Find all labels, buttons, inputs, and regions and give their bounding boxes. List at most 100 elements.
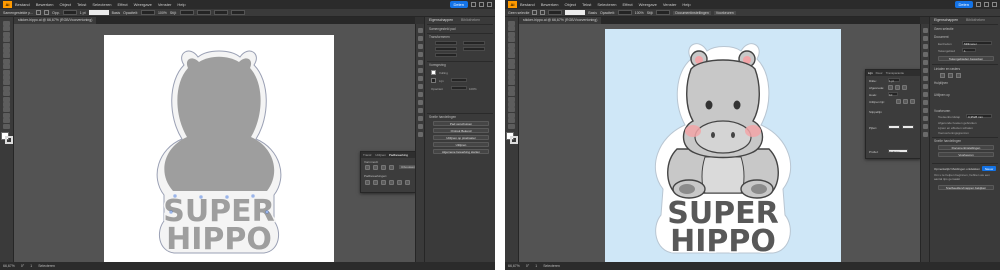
hippo-belly[interactable] <box>701 156 745 194</box>
intersect-icon[interactable] <box>381 165 386 170</box>
maximize-icon[interactable] <box>479 2 484 7</box>
stroke-swatch[interactable] <box>540 10 546 15</box>
artboard-number[interactable]: 1 <box>30 264 32 268</box>
fill-color-icon[interactable] <box>431 70 436 75</box>
stroke-width-input[interactable] <box>451 78 467 82</box>
minus-back-icon[interactable] <box>405 180 410 185</box>
tab-properties[interactable]: Eigenschappen <box>934 18 958 22</box>
type-tool-icon[interactable] <box>508 53 515 59</box>
hippo-sticker-artwork[interactable]: SUPER HIPPO <box>605 29 841 264</box>
rectangle-tool-icon[interactable] <box>508 64 515 70</box>
graphic-styles-panel-icon[interactable] <box>923 116 928 121</box>
pathfinder-panel-icon[interactable] <box>923 124 928 129</box>
h-input[interactable] <box>463 47 485 51</box>
tab-pathfinder[interactable]: Padbewerking <box>389 153 408 157</box>
width-tool-icon[interactable] <box>3 102 10 107</box>
arrowhead-start-select[interactable] <box>888 125 900 129</box>
hippo-snout[interactable] <box>694 120 752 154</box>
document-setup-button[interactable]: Documentinstellingen <box>673 10 711 15</box>
rectangle-tool-icon[interactable] <box>3 64 10 70</box>
gradient-tool-icon[interactable] <box>508 118 515 124</box>
eyedropper-tool-icon[interactable] <box>3 123 10 129</box>
menu-view[interactable]: Weergave <box>134 2 152 7</box>
share-button[interactable]: Delen <box>449 1 468 8</box>
w-input[interactable] <box>463 41 485 45</box>
shape-builder-tool-icon[interactable] <box>3 112 10 118</box>
curvature-tool-icon[interactable] <box>3 48 10 53</box>
artboard[interactable]: SUPER HIPPO <box>605 29 841 264</box>
width-tool-icon[interactable] <box>508 102 515 107</box>
transparency-panel-icon[interactable] <box>923 100 928 105</box>
align-panel-icon[interactable] <box>923 132 928 137</box>
hippo-text[interactable]: HIPPO <box>165 221 274 259</box>
type-tool-icon[interactable] <box>3 53 10 59</box>
menu-select[interactable]: Selecteren <box>597 2 616 7</box>
stroke-panel-icon[interactable] <box>418 84 423 89</box>
appearance-panel-icon[interactable] <box>418 108 423 113</box>
line-tool-icon[interactable] <box>508 58 515 64</box>
stroke-color-icon[interactable] <box>431 78 436 83</box>
round-cap-icon[interactable] <box>895 85 900 90</box>
grid-icon[interactable] <box>948 73 953 78</box>
tab-libraries[interactable]: Bibliotheken <box>966 18 985 22</box>
minimize-icon[interactable] <box>471 2 476 7</box>
rotation-value[interactable]: 0° <box>21 264 24 268</box>
brush-dropdown[interactable] <box>565 10 586 15</box>
fill-stroke-widget[interactable] <box>1 132 13 144</box>
unite-icon[interactable] <box>365 165 370 170</box>
dashed-line-checkbox[interactable]: Stippellijn <box>869 110 882 114</box>
fill-swatch[interactable] <box>532 10 538 15</box>
line-tool-icon[interactable] <box>3 58 10 64</box>
libraries-panel-icon[interactable] <box>418 44 423 49</box>
style-dropdown[interactable] <box>656 10 671 15</box>
document-tab[interactable]: sticker-hippo.ai @ 66,67% (RGB/Voorverto… <box>14 17 97 24</box>
stroke-indicator-icon[interactable] <box>510 136 518 144</box>
menu-help[interactable]: Help <box>177 2 185 7</box>
tab-properties[interactable]: Eigenschappen <box>429 18 453 22</box>
align-center-icon[interactable] <box>896 99 901 104</box>
menu-effect[interactable]: Effect <box>623 2 633 7</box>
gradient-panel-icon[interactable] <box>923 92 928 97</box>
tab-transform[interactable]: Transf. <box>363 153 372 157</box>
arrowhead-end-select[interactable] <box>902 125 914 129</box>
document-tab[interactable]: sticker-hippo.ai @ 66,67% (RGB/Voorverto… <box>519 17 602 24</box>
curvature-tool-icon[interactable] <box>508 48 515 53</box>
opacity-field[interactable] <box>140 10 155 15</box>
zoom-level[interactable]: 66,67% <box>3 264 15 268</box>
eraser-tool-icon[interactable] <box>508 85 515 91</box>
scale-tool-icon[interactable] <box>508 96 515 102</box>
align-inside-icon[interactable] <box>903 99 908 104</box>
rulers-icon[interactable] <box>940 73 945 78</box>
fill-swatch[interactable] <box>36 10 42 15</box>
direct-selection-tool-icon[interactable] <box>508 26 515 32</box>
fill-stroke-widget[interactable] <box>506 132 518 144</box>
style-dropdown[interactable] <box>179 10 194 15</box>
gradient-panel-icon[interactable] <box>418 92 423 97</box>
canvas-area[interactable]: SUPER HIPPO Transf. Uitlijnen Padbewerki… <box>14 24 418 262</box>
graphic-styles-panel-icon[interactable] <box>418 116 423 121</box>
symbols-panel-icon[interactable] <box>923 76 928 81</box>
y-field[interactable] <box>213 10 228 15</box>
shaper-tool-icon[interactable] <box>3 75 10 80</box>
tab-color[interactable]: Kleur <box>876 71 883 75</box>
close-icon[interactable] <box>487 2 492 7</box>
minimize-icon[interactable] <box>976 2 981 7</box>
maximize-icon[interactable] <box>984 2 989 7</box>
edit-artboards-button[interactable]: Tekengebieden bewerken <box>938 56 994 61</box>
pencil-tool-icon[interactable] <box>3 80 10 86</box>
stroke-swatch[interactable] <box>44 10 50 15</box>
menu-object[interactable]: Object <box>564 2 576 7</box>
menu-select[interactable]: Selecteren <box>92 2 111 7</box>
opacity-field[interactable] <box>617 10 632 15</box>
align-panel-icon[interactable] <box>418 132 423 137</box>
square-cap-icon[interactable] <box>902 85 907 90</box>
gradient-tool-icon[interactable] <box>3 118 10 124</box>
selection-tool-icon[interactable] <box>3 21 10 26</box>
properties-panel-icon[interactable] <box>418 28 423 33</box>
pencil-tool-icon[interactable] <box>508 80 515 86</box>
menu-edit[interactable]: Bewerken <box>36 2 54 7</box>
direct-selection-tool-icon[interactable] <box>3 26 10 32</box>
libraries-panel-icon[interactable] <box>923 44 928 49</box>
crop-icon[interactable] <box>389 180 394 185</box>
symbols-panel-icon[interactable] <box>418 76 423 81</box>
